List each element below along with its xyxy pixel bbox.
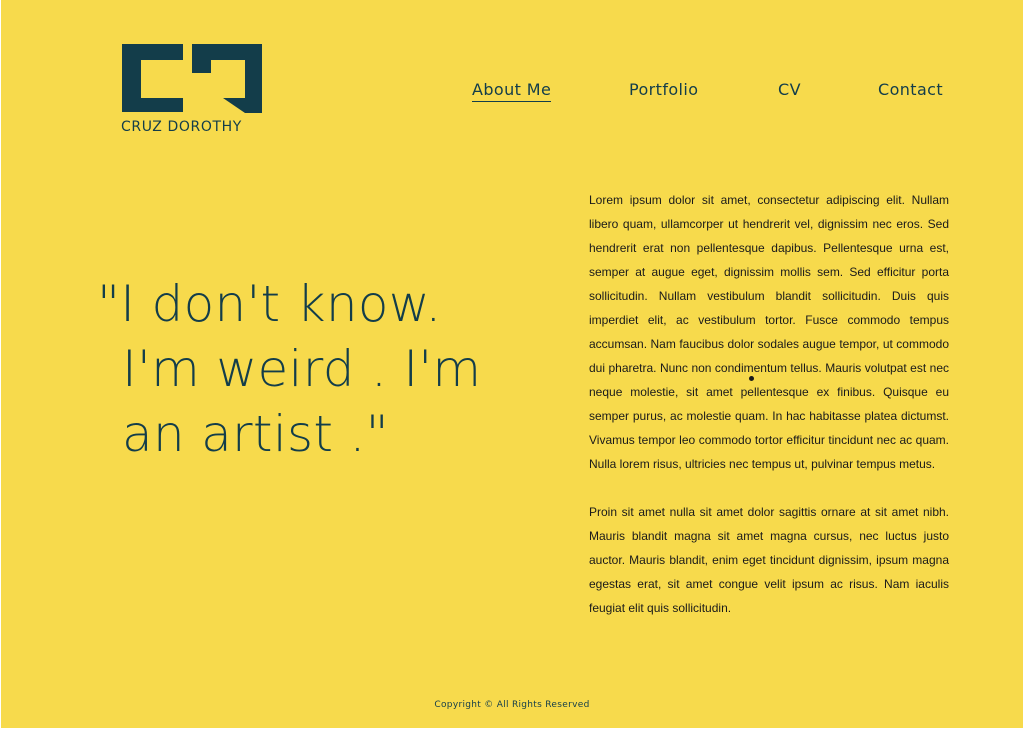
quote-line: I'm weird . I'm bbox=[122, 340, 482, 398]
about-paragraph: Lorem ipsum dolor sit amet, consectetur … bbox=[589, 193, 949, 471]
brand-name: CRUZ DOROTHY bbox=[121, 119, 242, 135]
about-text: Lorem ipsum dolor sit amet, consectetur … bbox=[589, 188, 949, 644]
footer-copyright: Copyright © All Rights Reserved bbox=[434, 700, 590, 710]
nav-cv[interactable]: CV bbox=[778, 80, 801, 100]
main-nav: About Me Portfolio CV Contact bbox=[1, 80, 1023, 110]
nav-portfolio[interactable]: Portfolio bbox=[629, 80, 698, 100]
page-canvas: CRUZ DOROTHY About Me Portfolio CV Conta… bbox=[1, 0, 1023, 728]
about-paragraph: Proin sit amet nulla sit amet dolor sagi… bbox=[589, 505, 949, 615]
nav-about-me[interactable]: About Me bbox=[472, 80, 552, 102]
quote-line: "I don't know. bbox=[97, 275, 442, 333]
hero-quote: "I don't know. I'm weird . I'm an artist… bbox=[97, 272, 547, 467]
quote-line: an artist ." bbox=[122, 405, 389, 463]
nav-contact[interactable]: Contact bbox=[878, 80, 943, 100]
cursor-dot-icon bbox=[749, 376, 754, 381]
